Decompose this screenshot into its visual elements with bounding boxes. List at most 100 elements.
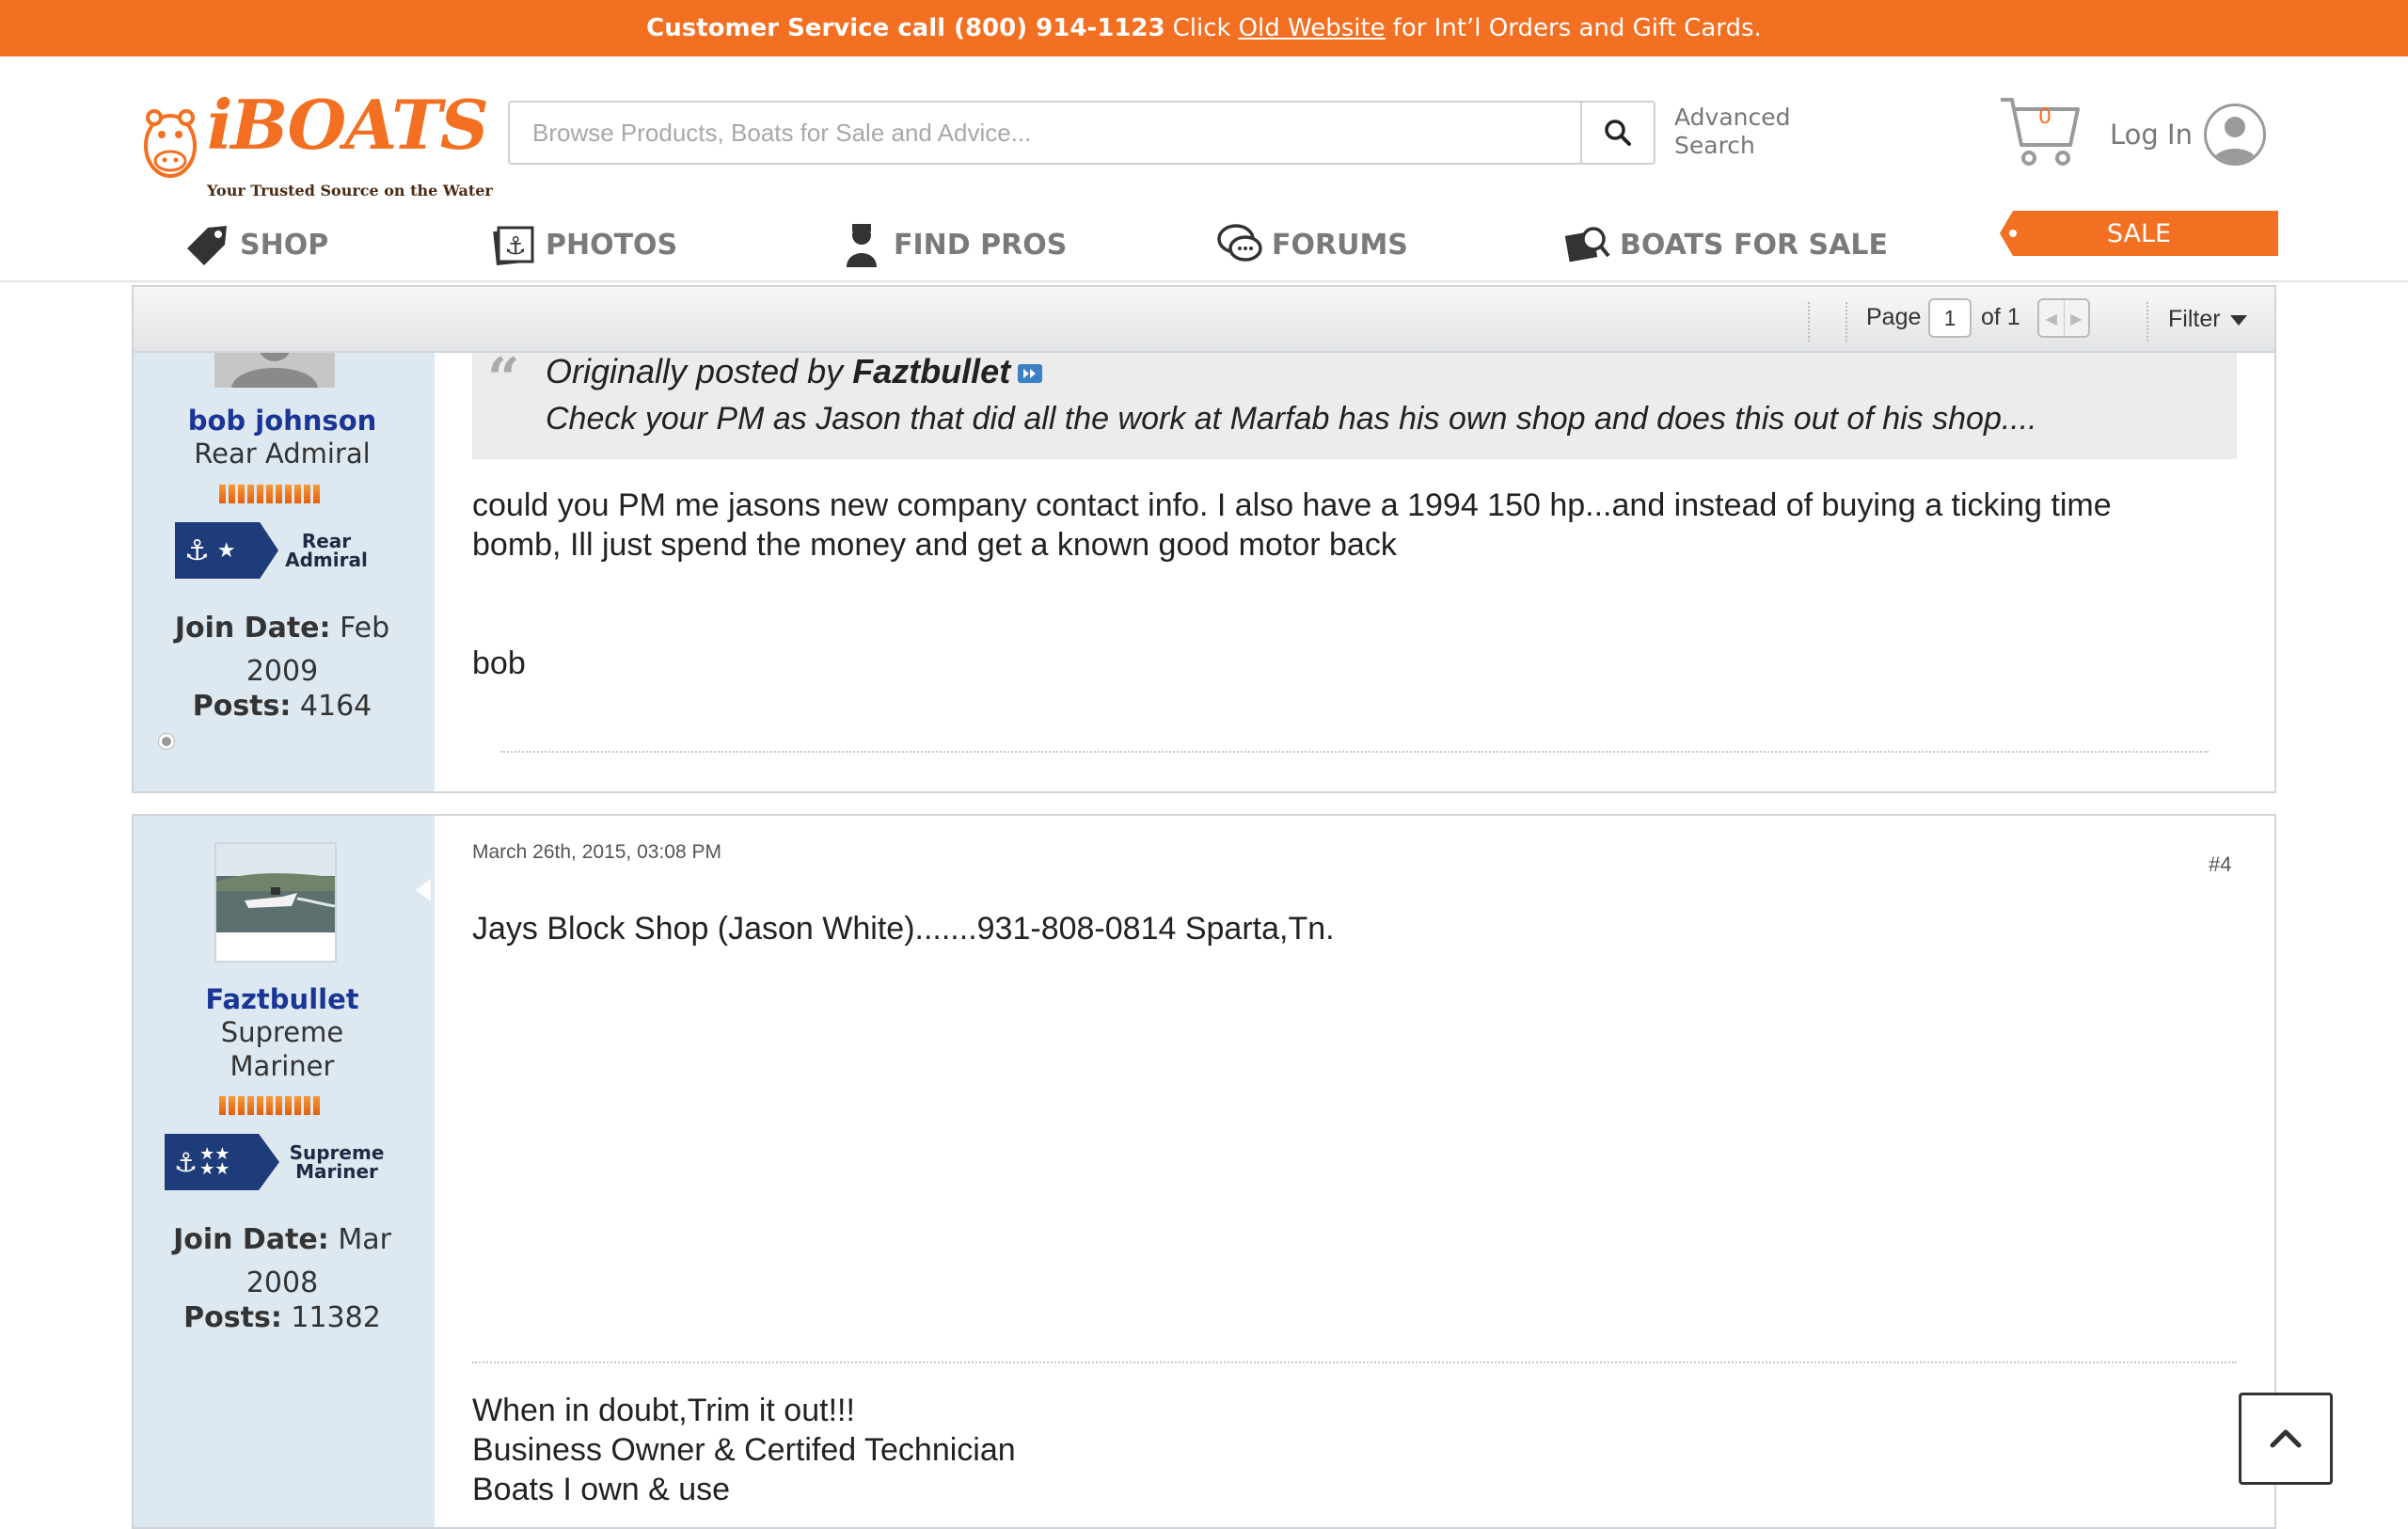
post-pointer-arrow	[416, 879, 431, 901]
join-year: 2009	[246, 655, 319, 688]
post-2-body: Jays Block Shop (Jason White).......931-…	[472, 911, 1335, 947]
post-2-avatar[interactable]	[214, 842, 337, 963]
post-1-username[interactable]: bob johnson	[132, 405, 433, 437]
page-number-input[interactable]: 1	[1928, 298, 1972, 338]
login-link[interactable]: Log In	[2110, 119, 2193, 151]
signature-divider	[472, 1362, 2237, 1363]
old-website-link[interactable]: Old Website	[1239, 14, 1386, 42]
toolbar-divider	[1808, 302, 1810, 342]
post-2-username[interactable]: Faztbullet	[132, 983, 433, 1015]
nav-photos-label: PHOTOS	[546, 228, 678, 262]
post-1-body-line-1: could you PM me jasons new company conta…	[472, 487, 2112, 523]
chat-bubbles-icon	[1215, 220, 1264, 269]
post-1-join-date: Join Date: Feb 2009	[132, 607, 433, 693]
post-2-signature-line-3: Boats I own & use	[472, 1472, 731, 1507]
svg-text:⚓: ⚓	[504, 232, 526, 261]
filter-label: Filter	[2168, 306, 2221, 332]
post-2-signature: When in doubt,Trim it out!!! Business Ow…	[472, 1391, 1016, 1509]
post-2-join-date: Join Date: Mar 2008	[132, 1218, 433, 1305]
post-2-number-link[interactable]: #4	[2209, 852, 2231, 877]
post-2-post-count: Posts: 11382	[132, 1297, 433, 1340]
post-1-rank: Rear Admiral	[194, 438, 371, 470]
nav-shop-label: SHOP	[240, 228, 329, 262]
post-1-post-count: Posts: 4164	[132, 685, 433, 728]
post-2-badge-label: Supreme Mariner	[289, 1141, 385, 1183]
post-2-date: March 26th, 2015, 03:08 PM	[472, 841, 721, 863]
nav-shop[interactable]: SHOP	[183, 212, 328, 278]
posts-label: Posts:	[183, 1301, 282, 1334]
logo-text: iBOATS	[207, 85, 489, 165]
join-date-label: Join Date:	[174, 612, 331, 645]
mechanic-icon	[837, 220, 886, 269]
post-2-signature-line-1: When in doubt,Trim it out!!!	[472, 1393, 855, 1428]
prev-page-icon[interactable]: ◀	[2039, 300, 2065, 336]
chevron-up-icon	[2270, 1429, 2302, 1448]
join-month: Mar	[338, 1223, 391, 1256]
post-1-footer-divider	[500, 751, 2209, 753]
quote-author[interactable]: Faztbullet	[852, 352, 1010, 390]
nav-forums[interactable]: FORUMS	[1215, 212, 1408, 278]
join-year: 2008	[246, 1266, 319, 1299]
post-2-rank-line-2: Mariner	[230, 1050, 335, 1082]
quote-header: Originally posted by Faztbullet	[546, 352, 1043, 391]
post-2-rank-line-1: Supreme	[220, 1016, 344, 1048]
rank-flag-icon: ⚓ ★★ ★★	[165, 1134, 279, 1190]
nav-find-pros-label: FIND PROS	[894, 228, 1068, 262]
advanced-search-label: Advanced Search	[1674, 104, 1791, 159]
click-text: Click	[1172, 14, 1231, 42]
page-total: of 1	[1981, 304, 2020, 330]
posts-label: Posts:	[192, 690, 292, 723]
boat-search-icon	[1563, 220, 1612, 269]
nav-boats-for-sale-label: BOATS FOR SALE	[1620, 228, 1888, 262]
caret-down-icon	[2229, 314, 2247, 326]
post-2-rank: Supreme Mariner	[132, 1015, 433, 1083]
view-post-icon[interactable]	[1018, 364, 1043, 384]
user-avatar-icon[interactable]	[2204, 104, 2266, 166]
nav-find-pros[interactable]: FIND PROS	[837, 212, 1067, 278]
nav-forums-label: FORUMS	[1272, 228, 1408, 262]
search-input[interactable]	[510, 103, 1582, 163]
posts-count: 11382	[291, 1301, 381, 1334]
toolbar-divider	[2147, 302, 2148, 342]
hippo-mascot-icon	[144, 109, 197, 178]
announcement-rest: for Int’l Orders and Gift Cards.	[1392, 14, 1762, 42]
filter-dropdown[interactable]: Filter	[2168, 306, 2247, 333]
cart-button[interactable]: 0	[1999, 94, 2083, 169]
page-label: Page	[1866, 304, 1922, 330]
toolbar-divider	[1846, 302, 1847, 342]
cart-count: 0	[2038, 105, 2052, 129]
posts-count: 4164	[299, 690, 372, 723]
post-2-reputation-bar	[219, 1096, 320, 1115]
sale-label: SALE	[2106, 218, 2172, 248]
site-logo[interactable]: iBOATS Your Trusted Source on the Water	[141, 89, 493, 199]
search-box	[508, 101, 1656, 165]
tag-icon	[183, 220, 232, 269]
quote-block: “ Originally posted by Faztbullet Check …	[472, 346, 2237, 459]
back-to-top-button[interactable]	[2239, 1393, 2333, 1485]
advanced-search-link[interactable]: Advanced Search	[1674, 104, 1797, 160]
search-button[interactable]	[1580, 103, 1654, 163]
join-date-label: Join Date:	[173, 1223, 329, 1256]
offline-status-icon	[159, 734, 174, 749]
thread-toolbar: Page 1 of 1 ◀ ▶ Filter	[132, 285, 2276, 353]
join-month: Feb	[340, 612, 390, 645]
post-1-reputation-bar	[219, 485, 320, 503]
rank-flag-icon: ⚓ ★	[175, 522, 278, 579]
nav-photos[interactable]: ⚓ PHOTOS	[489, 212, 677, 278]
post-1-body: could you PM me jasons new company conta…	[472, 486, 2112, 565]
post-1-body-line-2: bomb, Ill just spend the money and get a…	[472, 527, 1397, 563]
post-2-signature-line-2: Business Owner & Certifed Technician	[472, 1432, 1016, 1468]
quote-text: Check your PM as Jason that did all the …	[546, 401, 2037, 437]
post-2-rank-badge: ⚓ ★★ ★★ Supreme Mariner	[165, 1134, 388, 1190]
next-page-icon[interactable]: ▶	[2065, 300, 2089, 336]
photos-icon: ⚓	[489, 220, 538, 269]
quote-prefix: Originally posted by	[546, 352, 844, 390]
announcement-bar: Customer Service call (800) 914-1123 Cli…	[0, 0, 2408, 56]
sale-tag-hole	[2009, 230, 2017, 237]
nav-boats-for-sale[interactable]: BOATS FOR SALE	[1563, 212, 1888, 278]
sale-tag-button[interactable]: SALE	[2000, 211, 2278, 256]
page-arrows: ◀ ▶	[2037, 298, 2090, 338]
search-icon	[1605, 119, 1631, 146]
customer-service-phone: Customer Service call (800) 914-1123	[646, 14, 1165, 42]
quote-mark-icon: “	[487, 346, 520, 412]
